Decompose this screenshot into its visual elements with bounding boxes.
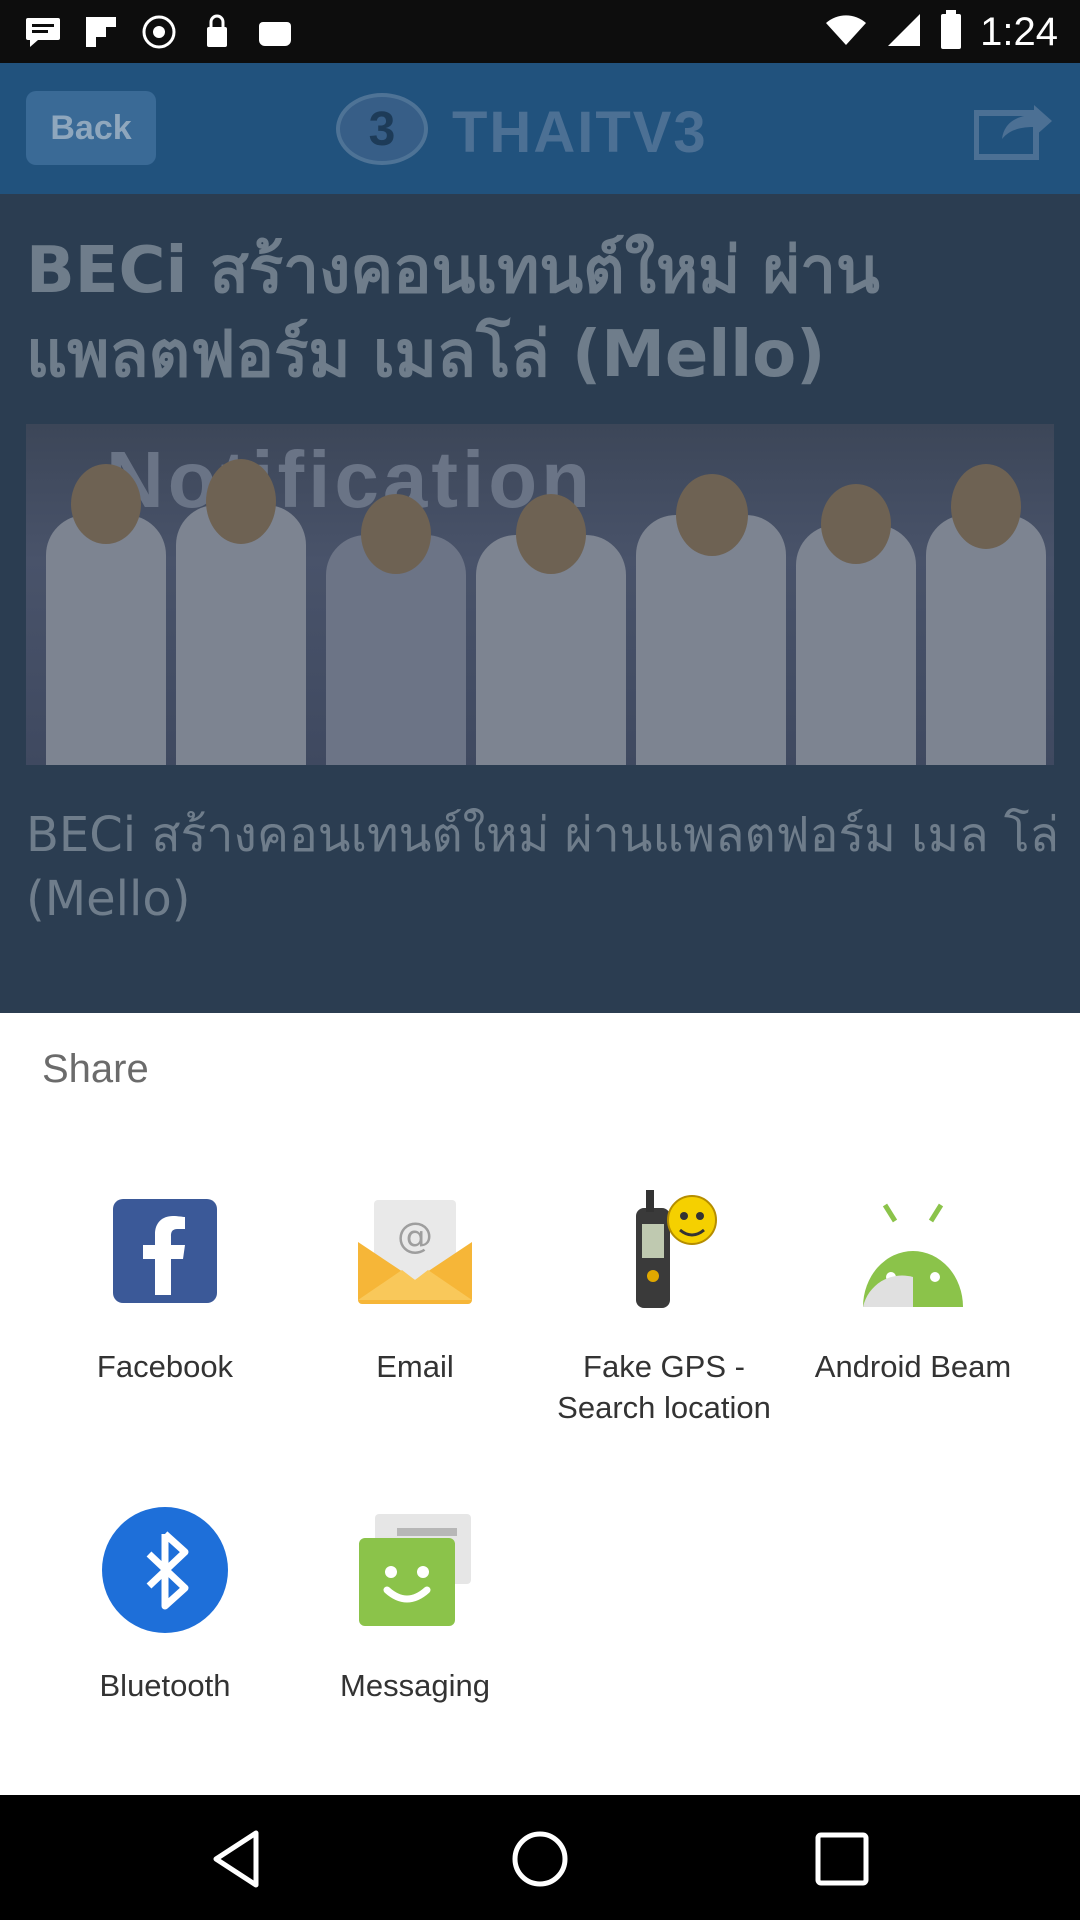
fake-gps-icon bbox=[599, 1186, 729, 1316]
share-target-messaging[interactable]: Messaging bbox=[280, 1505, 550, 1706]
share-target-label: Bluetooth bbox=[99, 1668, 231, 1703]
wifi-icon bbox=[824, 13, 868, 51]
share-target-label: Messaging bbox=[340, 1668, 490, 1703]
back-icon[interactable] bbox=[208, 1829, 268, 1889]
svg-text:@: @ bbox=[397, 1216, 433, 1257]
gamepad-icon bbox=[256, 13, 294, 51]
fake-gps-icon bbox=[140, 13, 178, 51]
share-target-bluetooth[interactable]: Bluetooth bbox=[30, 1505, 300, 1706]
message-icon bbox=[24, 13, 62, 51]
status-bar: 1:24 bbox=[0, 0, 1080, 63]
app-content: Back 3 THAITV3 BECi สร้างคอนเทนต์ใหม่ ผ่… bbox=[0, 63, 1080, 1013]
label-line-1: Fake GPS - bbox=[583, 1349, 745, 1384]
share-target-label: Email bbox=[376, 1349, 454, 1384]
share-sheet-title: Share bbox=[42, 1047, 149, 1091]
app-toolbar: Back 3 THAITV3 bbox=[0, 63, 1080, 194]
signal-icon bbox=[886, 12, 922, 52]
share-target-android-beam[interactable]: Android Beam bbox=[778, 1186, 1048, 1387]
share-icon[interactable] bbox=[973, 99, 1054, 161]
share-target-email[interactable]: @ Email bbox=[280, 1186, 550, 1387]
article-photo: Notification bbox=[26, 424, 1054, 765]
android-beam-icon bbox=[848, 1186, 978, 1316]
back-button[interactable]: Back bbox=[26, 91, 156, 165]
flipboard-icon bbox=[82, 13, 120, 51]
bluetooth-icon bbox=[100, 1505, 230, 1635]
messaging-icon bbox=[350, 1505, 480, 1635]
navigation-bar bbox=[0, 1795, 1080, 1920]
share-target-label: Facebook bbox=[96, 1349, 234, 1384]
email-icon: @ bbox=[350, 1186, 480, 1316]
share-sheet: Share Facebook @ Email Fake GPS - Search… bbox=[0, 1013, 1080, 1795]
article-headline: BECi สร้างคอนเทนต์ใหม่ ผ่าน แพลตฟอร์ม เม… bbox=[26, 234, 880, 392]
share-target-facebook[interactable]: Facebook bbox=[30, 1186, 300, 1387]
clock: 1:24 bbox=[980, 9, 1058, 54]
channel-logo: 3 bbox=[336, 93, 428, 165]
shield-icon bbox=[198, 13, 236, 51]
system-icons: 1:24 bbox=[824, 8, 1058, 56]
share-target-fake-gps[interactable]: Fake GPS - Search location bbox=[529, 1186, 799, 1428]
share-target-label: Fake GPS - Search location bbox=[529, 1346, 799, 1428]
recents-icon[interactable] bbox=[812, 1829, 872, 1889]
home-icon[interactable] bbox=[510, 1829, 570, 1889]
facebook-icon bbox=[100, 1186, 230, 1316]
battery-icon bbox=[940, 10, 962, 54]
article-subtitle: BECi สร้างคอนเทนต์ใหม่ ผ่านแพลตฟอร์ม เมล… bbox=[26, 807, 1060, 927]
app-title: THAITV3 bbox=[452, 100, 708, 165]
label-line-2: Search location bbox=[557, 1390, 771, 1425]
share-target-label: Android Beam bbox=[814, 1349, 1012, 1384]
notification-icons bbox=[24, 10, 294, 54]
